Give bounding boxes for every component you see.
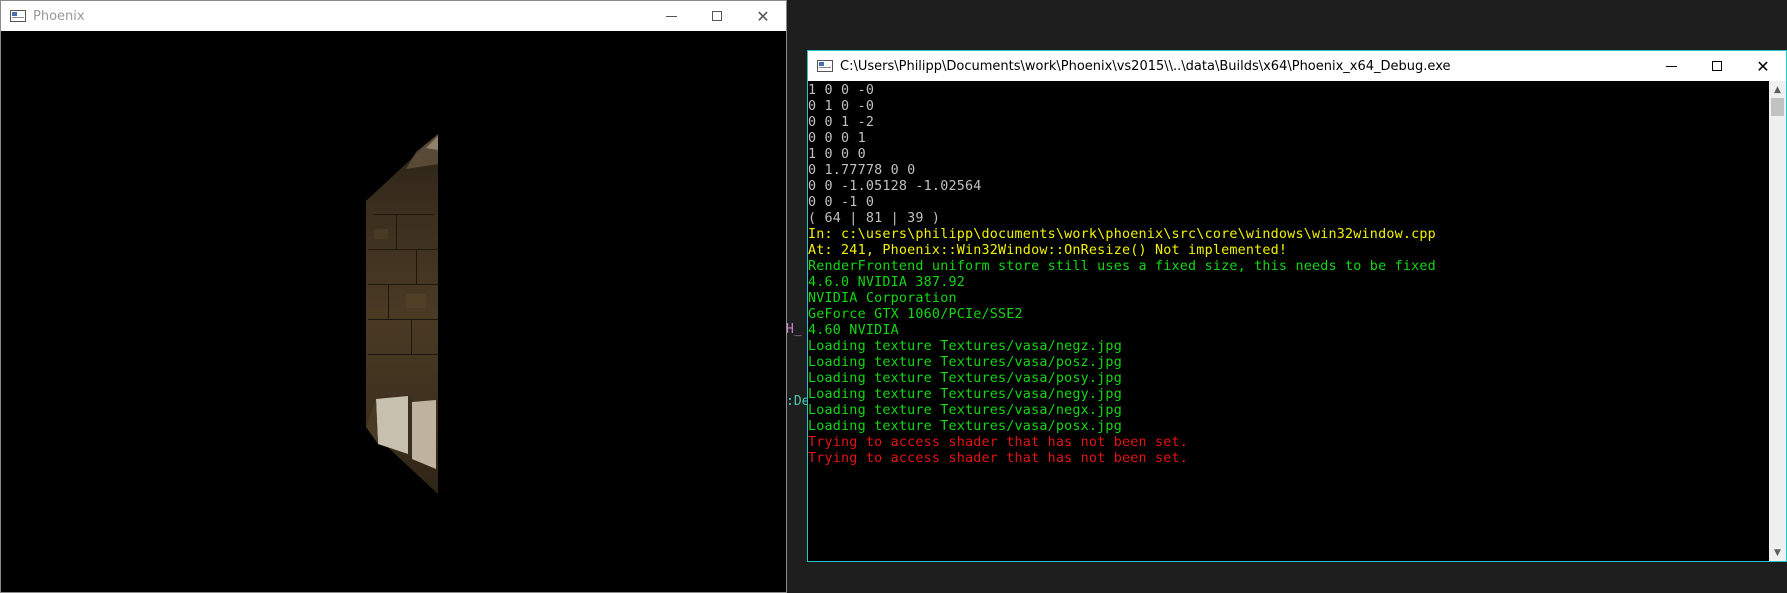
console-line: Loading texture Textures/vasa/posy.jpg [808,371,1122,386]
console-line: Loading texture Textures/vasa/negy.jpg [808,387,1122,402]
console-line: At: 241, Phoenix::Win32Window::OnResize(… [808,243,1288,258]
maximize-icon [712,11,722,21]
phoenix-window-title: Phoenix [33,8,85,24]
console-line: 0 1 0 -0 [808,99,875,114]
maximize-button[interactable] [694,1,740,31]
console-maximize-button[interactable] [1694,51,1740,81]
console-line: 0 0 0 1 [808,131,866,146]
minimize-icon [665,15,677,17]
console-output[interactable]: 1 0 0 -0 0 1 0 -0 0 0 1 -2 0 0 0 11 0 0 00 … [808,81,1769,561]
console-line: 1 0 0 -0 [808,83,875,98]
console-line: Trying to access shader that has not bee… [808,451,1189,466]
console-window-controls: ✕ [1648,51,1786,81]
console-line: 0 0 -1 0 [808,195,875,210]
rendered-cube-face [366,134,438,494]
close-icon: ✕ [756,6,770,26]
console-window-title: C:\Users\Philipp\Documents\work\Phoenix\… [840,58,1451,74]
background-editor-fragment: H_ [786,322,802,337]
scroll-down-arrow-icon[interactable]: ▼ [1769,544,1786,561]
console-line: Loading texture Textures/vasa/negx.jpg [808,403,1122,418]
console-line: 0 0 -1.05128 -1.02564 [808,179,982,194]
console-scrollbar[interactable]: ▲ ▼ [1769,81,1786,561]
scroll-up-arrow-icon[interactable]: ▲ [1769,81,1786,98]
console-line: NVIDIA Corporation [808,291,957,306]
console-line: GeForce GTX 1060/PCIe/SSE2 [808,307,1023,322]
console-line: RenderFrontend uniform store still uses … [808,259,1436,274]
app-window-icon [10,10,26,22]
minimize-icon [1665,65,1677,67]
close-button[interactable]: ✕ [740,1,786,31]
console-line: Loading texture Textures/vasa/negz.jpg [808,339,1122,354]
console-minimize-button[interactable] [1648,51,1694,81]
close-icon: ✕ [1756,56,1770,76]
console-line: 4.6.0 NVIDIA 387.92 [808,275,965,290]
minimize-button[interactable] [648,1,694,31]
console-window-icon [817,60,833,72]
console-line: Trying to access shader that has not bee… [808,435,1189,450]
console-line: 0 0 1 -2 [808,115,875,130]
console-line: Loading texture Textures/vasa/posx.jpg [808,419,1122,434]
maximize-icon [1712,61,1722,71]
console-line: 4.60 NVIDIA [808,323,899,338]
render-viewport[interactable] [1,31,786,592]
console-line: ( 64 | 81 | 39 ) [808,211,941,226]
scroll-thumb[interactable] [1771,98,1784,116]
console-line: Loading texture Textures/vasa/posz.jpg [808,355,1122,370]
console-window: C:\Users\Philipp\Documents\work\Phoenix\… [807,50,1787,562]
window-controls: ✕ [648,1,786,31]
console-close-button[interactable]: ✕ [1740,51,1786,81]
console-titlebar[interactable]: C:\Users\Philipp\Documents\work\Phoenix\… [808,51,1786,81]
console-line: In: c:\users\philipp\documents\work\phoe… [808,227,1436,242]
console-line: 1 0 0 0 [808,147,866,162]
console-line: 0 1.77778 0 0 [808,163,916,178]
phoenix-titlebar[interactable]: Phoenix ✕ [1,1,786,31]
phoenix-window: Phoenix ✕ [0,0,787,593]
